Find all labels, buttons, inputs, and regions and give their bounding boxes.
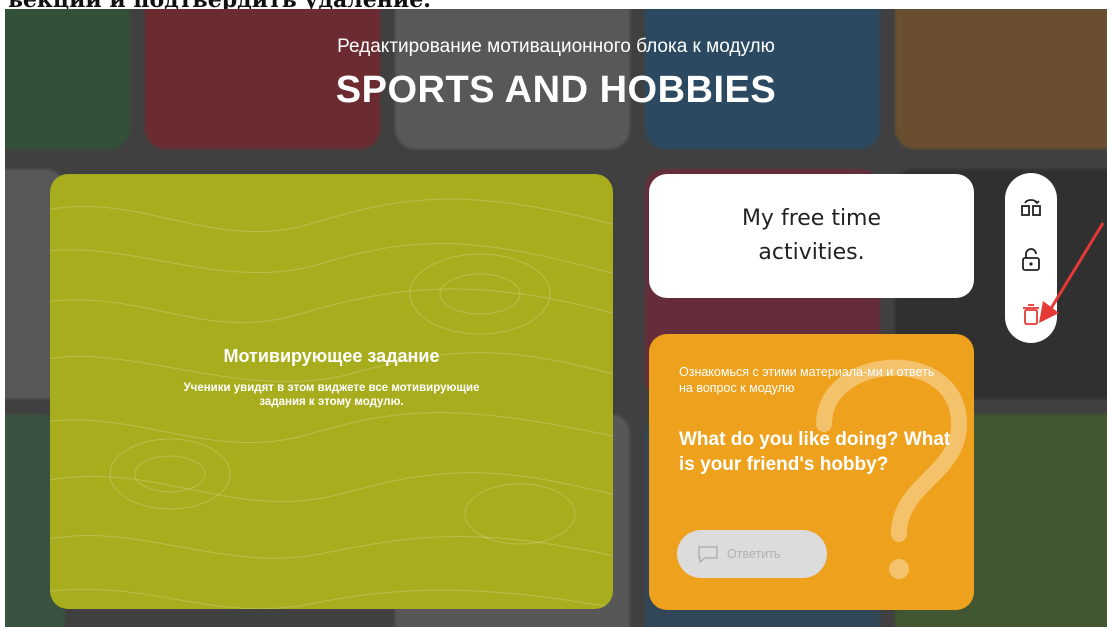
topic-card[interactable]: My free time activities. <box>649 174 974 298</box>
chat-bubble-icon <box>698 546 718 563</box>
editor-stage: Редактирование мотивационного блока к мо… <box>5 9 1107 627</box>
swap-icon <box>1021 199 1041 216</box>
question-card[interactable]: Ознакомься с этими материала-ми и ответь… <box>649 334 974 610</box>
reply-label: Ответить <box>727 547 781 561</box>
reply-button[interactable]: Ответить <box>677 530 827 578</box>
topic-text: My free time activities. <box>741 206 882 265</box>
module-title: SPORTS AND HOBBIES <box>335 69 777 111</box>
header-subtitle: Редактирование мотивационного блока к мо… <box>337 36 775 57</box>
motivation-title: Мотивирующее задание <box>223 346 440 366</box>
swap-button[interactable] <box>1017 193 1045 221</box>
annotation-arrow <box>1039 222 1105 323</box>
question-text: What do you like doing? What is your fri… <box>679 429 951 475</box>
motivation-description: Ученики увидят в этом виджете все мотиви… <box>183 382 480 408</box>
motivation-widget[interactable]: Мотивирующее задание Ученики увидят в эт… <box>50 174 613 609</box>
question-intro: Ознакомься с этими материала-ми и ответь… <box>679 365 935 395</box>
